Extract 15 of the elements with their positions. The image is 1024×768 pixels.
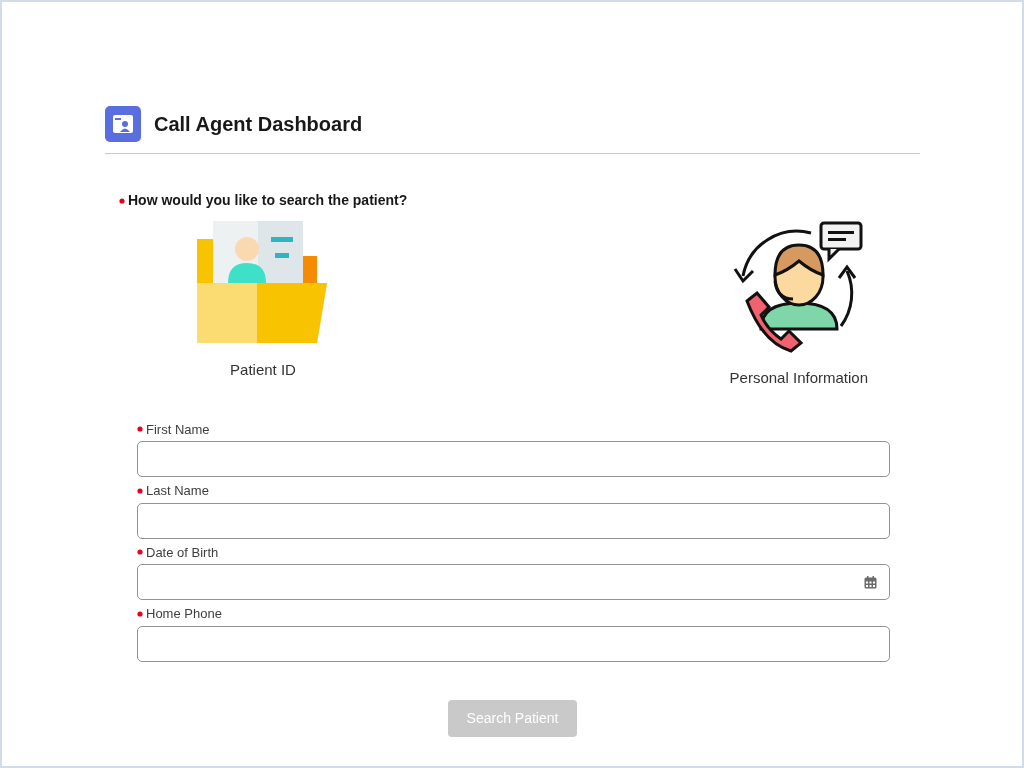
folder-icon [197, 221, 329, 345]
date-field[interactable] [137, 564, 890, 600]
search-option[interactable]: Patient ID [195, 219, 331, 392]
app-icon [105, 106, 141, 142]
field-label: Last Name [146, 482, 209, 500]
input-field[interactable] [137, 441, 890, 477]
question-label: How would you like to search the patient? [128, 191, 408, 210]
field-label: Date of Birth [146, 543, 219, 562]
page-title: Call Agent Dashboard [154, 112, 363, 136]
calendar-icon[interactable] [864, 575, 877, 589]
search-option[interactable]: Personal Information [727, 219, 870, 392]
field-label: Home Phone [146, 605, 222, 623]
input-field[interactable] [137, 625, 890, 662]
field-label: First Name [146, 420, 210, 439]
input-field[interactable] [137, 502, 890, 539]
